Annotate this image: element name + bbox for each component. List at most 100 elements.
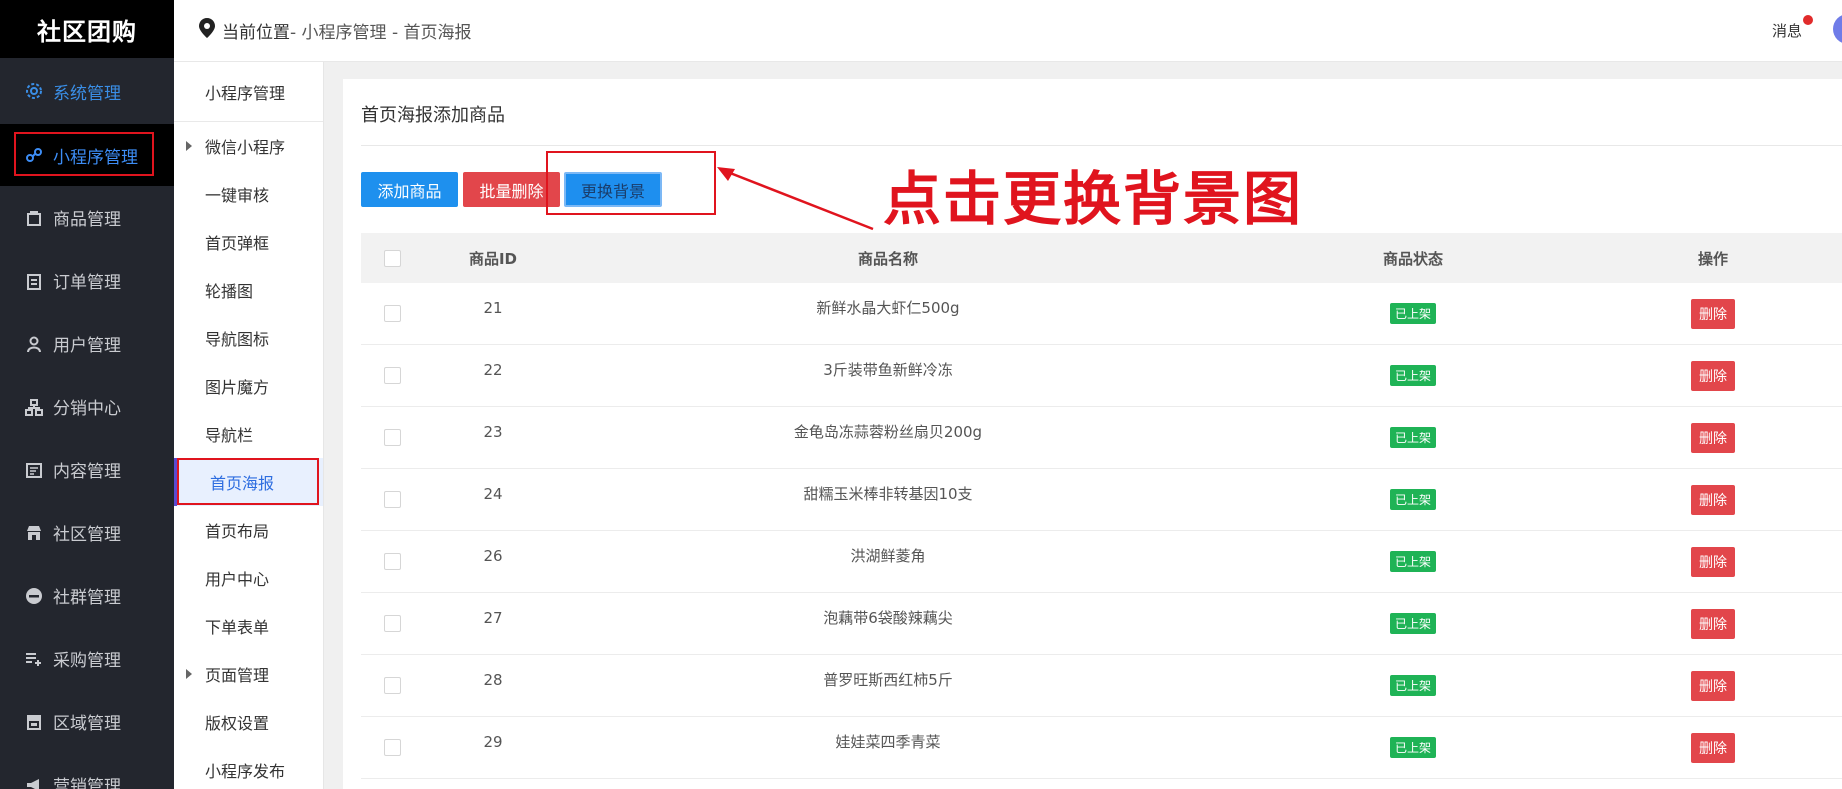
sidebar-item-marketing[interactable]: 营销管理 — [0, 753, 174, 789]
row-checkbox[interactable] — [383, 491, 401, 508]
row-checkbox[interactable] — [383, 677, 401, 694]
submenu-item-navbar[interactable]: 导航栏 — [174, 410, 323, 458]
sidebar-item-content[interactable]: 内容管理 — [0, 438, 174, 501]
submenu-item-user-center[interactable]: 用户中心 — [174, 554, 323, 602]
submenu-item-wechat[interactable]: 微信小程序 — [174, 122, 323, 170]
table-row: 24 甜糯玉米棒非转基因10支 已上架 删除 — [361, 469, 1842, 531]
submenu-item-label: 小程序发布 — [205, 762, 286, 781]
sidebar-item-purchase[interactable]: 采购管理 — [0, 627, 174, 690]
status-badge: 已上架 — [1389, 427, 1436, 448]
brand-logo: 社区团购 — [0, 0, 174, 58]
delete-button[interactable]: 删除 — [1691, 298, 1735, 329]
delete-button[interactable]: 删除 — [1691, 484, 1735, 515]
sidebar-item-label: 商品管理 — [53, 210, 121, 230]
sidebar-item-label: 区域管理 — [53, 714, 121, 734]
submenu-item-label: 页面管理 — [205, 666, 270, 685]
cell-name: 甜糯玉米棒非转基因10支 — [803, 485, 973, 503]
row-checkbox[interactable] — [383, 429, 401, 446]
megaphone-icon — [24, 775, 44, 789]
sidebar-item-label: 用户管理 — [53, 336, 121, 356]
submenu-item-publish[interactable]: 小程序发布 — [174, 746, 323, 789]
cell-name: 普罗旺斯西红柿5斤 — [823, 671, 953, 689]
delete-button[interactable]: 删除 — [1691, 732, 1735, 763]
submenu-item-label: 微信小程序 — [205, 138, 286, 157]
table-header: 商品ID 商品名称 商品状态 操作 — [361, 233, 1842, 283]
submenu-item-order-form[interactable]: 下单表单 — [174, 602, 323, 650]
store-icon — [24, 523, 44, 543]
select-all-checkbox[interactable] — [383, 249, 401, 267]
status-badge: 已上架 — [1389, 303, 1436, 324]
submenu-item-label: 首页弹框 — [205, 234, 270, 253]
page-title: 首页海报添加商品 — [361, 105, 505, 126]
submenu-item-image-cube[interactable]: 图片魔方 — [174, 362, 323, 410]
delete-button[interactable]: 删除 — [1691, 608, 1735, 639]
submenu-item-audit[interactable]: 一键审核 — [174, 170, 323, 218]
annotation-arrow-icon — [717, 167, 874, 231]
sidebar-item-label: 社区管理 — [53, 525, 121, 545]
sidebar-item-label: 社群管理 — [53, 588, 121, 608]
row-checkbox[interactable] — [383, 615, 401, 632]
main-panel: 首页海报添加商品 添加商品 批量删除 更换背景 点击更换背景图 商品ID 商品名… — [343, 79, 1842, 789]
breadcrumb-lead: 当前位置 — [222, 23, 290, 43]
submenu-item-label: 导航图标 — [205, 330, 270, 349]
gear-icon — [24, 81, 44, 101]
sidebar-item-goods[interactable]: 商品管理 — [0, 186, 174, 249]
sidebar-item-label: 营销管理 — [53, 777, 121, 789]
list-plus-icon — [24, 649, 44, 669]
submenu-item-nav-icons[interactable]: 导航图标 — [174, 314, 323, 362]
submenu-item-home-layout[interactable]: 首页布局 — [174, 506, 323, 554]
row-checkbox[interactable] — [383, 553, 401, 570]
delete-button[interactable]: 删除 — [1691, 360, 1735, 391]
highlight-box — [546, 151, 716, 215]
avatar[interactable] — [1833, 14, 1842, 44]
submenu-item-label: 下单表单 — [205, 618, 270, 637]
sidebar-item-orders[interactable]: 订单管理 — [0, 249, 174, 312]
shop-icon — [24, 712, 44, 732]
messages-link[interactable]: 消息 — [1772, 20, 1802, 41]
submenu-item-label: 一键审核 — [205, 186, 270, 205]
breadcrumb: 当前位置 - 小程序管理 - 首页海报 — [198, 17, 471, 44]
status-badge: 已上架 — [1389, 551, 1436, 572]
add-goods-button[interactable]: 添加商品 — [361, 172, 458, 207]
main-sidebar: 社区团购 系统管理 小程序管理 商品管理 订单管理 用户管理 分销中心 内容管理… — [0, 0, 174, 789]
sidebar-item-region[interactable]: 区域管理 — [0, 690, 174, 753]
sidebar-item-users[interactable]: 用户管理 — [0, 312, 174, 375]
highlight-box — [14, 132, 154, 176]
cell-name: 洪湖鲜菱角 — [850, 547, 926, 565]
cell-id: 24 — [483, 484, 503, 503]
delete-button[interactable]: 删除 — [1691, 670, 1735, 701]
cell-id: 21 — [483, 298, 503, 317]
app-root: 社区团购 系统管理 小程序管理 商品管理 订单管理 用户管理 分销中心 内容管理… — [0, 0, 1842, 789]
submenu-item-copyright[interactable]: 版权设置 — [174, 698, 323, 746]
submenu-item-carousel[interactable]: 轮播图 — [174, 266, 323, 314]
delete-button[interactable]: 删除 — [1691, 546, 1735, 577]
row-checkbox[interactable] — [383, 367, 401, 384]
sidebar-item-miniprogram[interactable]: 小程序管理 — [0, 124, 174, 186]
document-icon — [24, 460, 44, 480]
sidebar-item-groups[interactable]: 社群管理 — [0, 564, 174, 627]
divider — [361, 145, 1842, 146]
annotation-text: 点击更换背景图 — [883, 165, 1304, 233]
sidebar-item-distribution[interactable]: 分销中心 — [0, 375, 174, 438]
submenu-item-pages[interactable]: 页面管理 — [174, 650, 323, 698]
status-badge: 已上架 — [1389, 675, 1436, 696]
sidebar-item-system[interactable]: 系统管理 — [0, 58, 174, 124]
sidebar-item-community[interactable]: 社区管理 — [0, 501, 174, 564]
row-checkbox[interactable] — [383, 739, 401, 756]
delete-button[interactable]: 删除 — [1691, 422, 1735, 453]
cell-id: 29 — [483, 732, 503, 751]
submenu-item-label: 版权设置 — [205, 714, 270, 733]
breadcrumb-path[interactable]: - 小程序管理 - 首页海报 — [290, 18, 471, 43]
notification-dot — [1803, 15, 1813, 25]
sidebar-item-label: 系统管理 — [53, 83, 121, 104]
submenu-item-home-poster[interactable]: 首页海报 — [174, 458, 323, 506]
caret-right-icon — [186, 141, 192, 151]
user-icon — [24, 334, 44, 354]
row-checkbox[interactable] — [383, 305, 401, 322]
submenu-item-label: 导航栏 — [205, 426, 254, 445]
table-row: 27 泡藕带6袋酸辣藕尖 已上架 删除 — [361, 593, 1842, 655]
caret-right-icon — [186, 669, 192, 679]
cell-id: 28 — [483, 670, 503, 689]
submenu-item-popup[interactable]: 首页弹框 — [174, 218, 323, 266]
sidebar-item-label: 内容管理 — [53, 462, 121, 482]
